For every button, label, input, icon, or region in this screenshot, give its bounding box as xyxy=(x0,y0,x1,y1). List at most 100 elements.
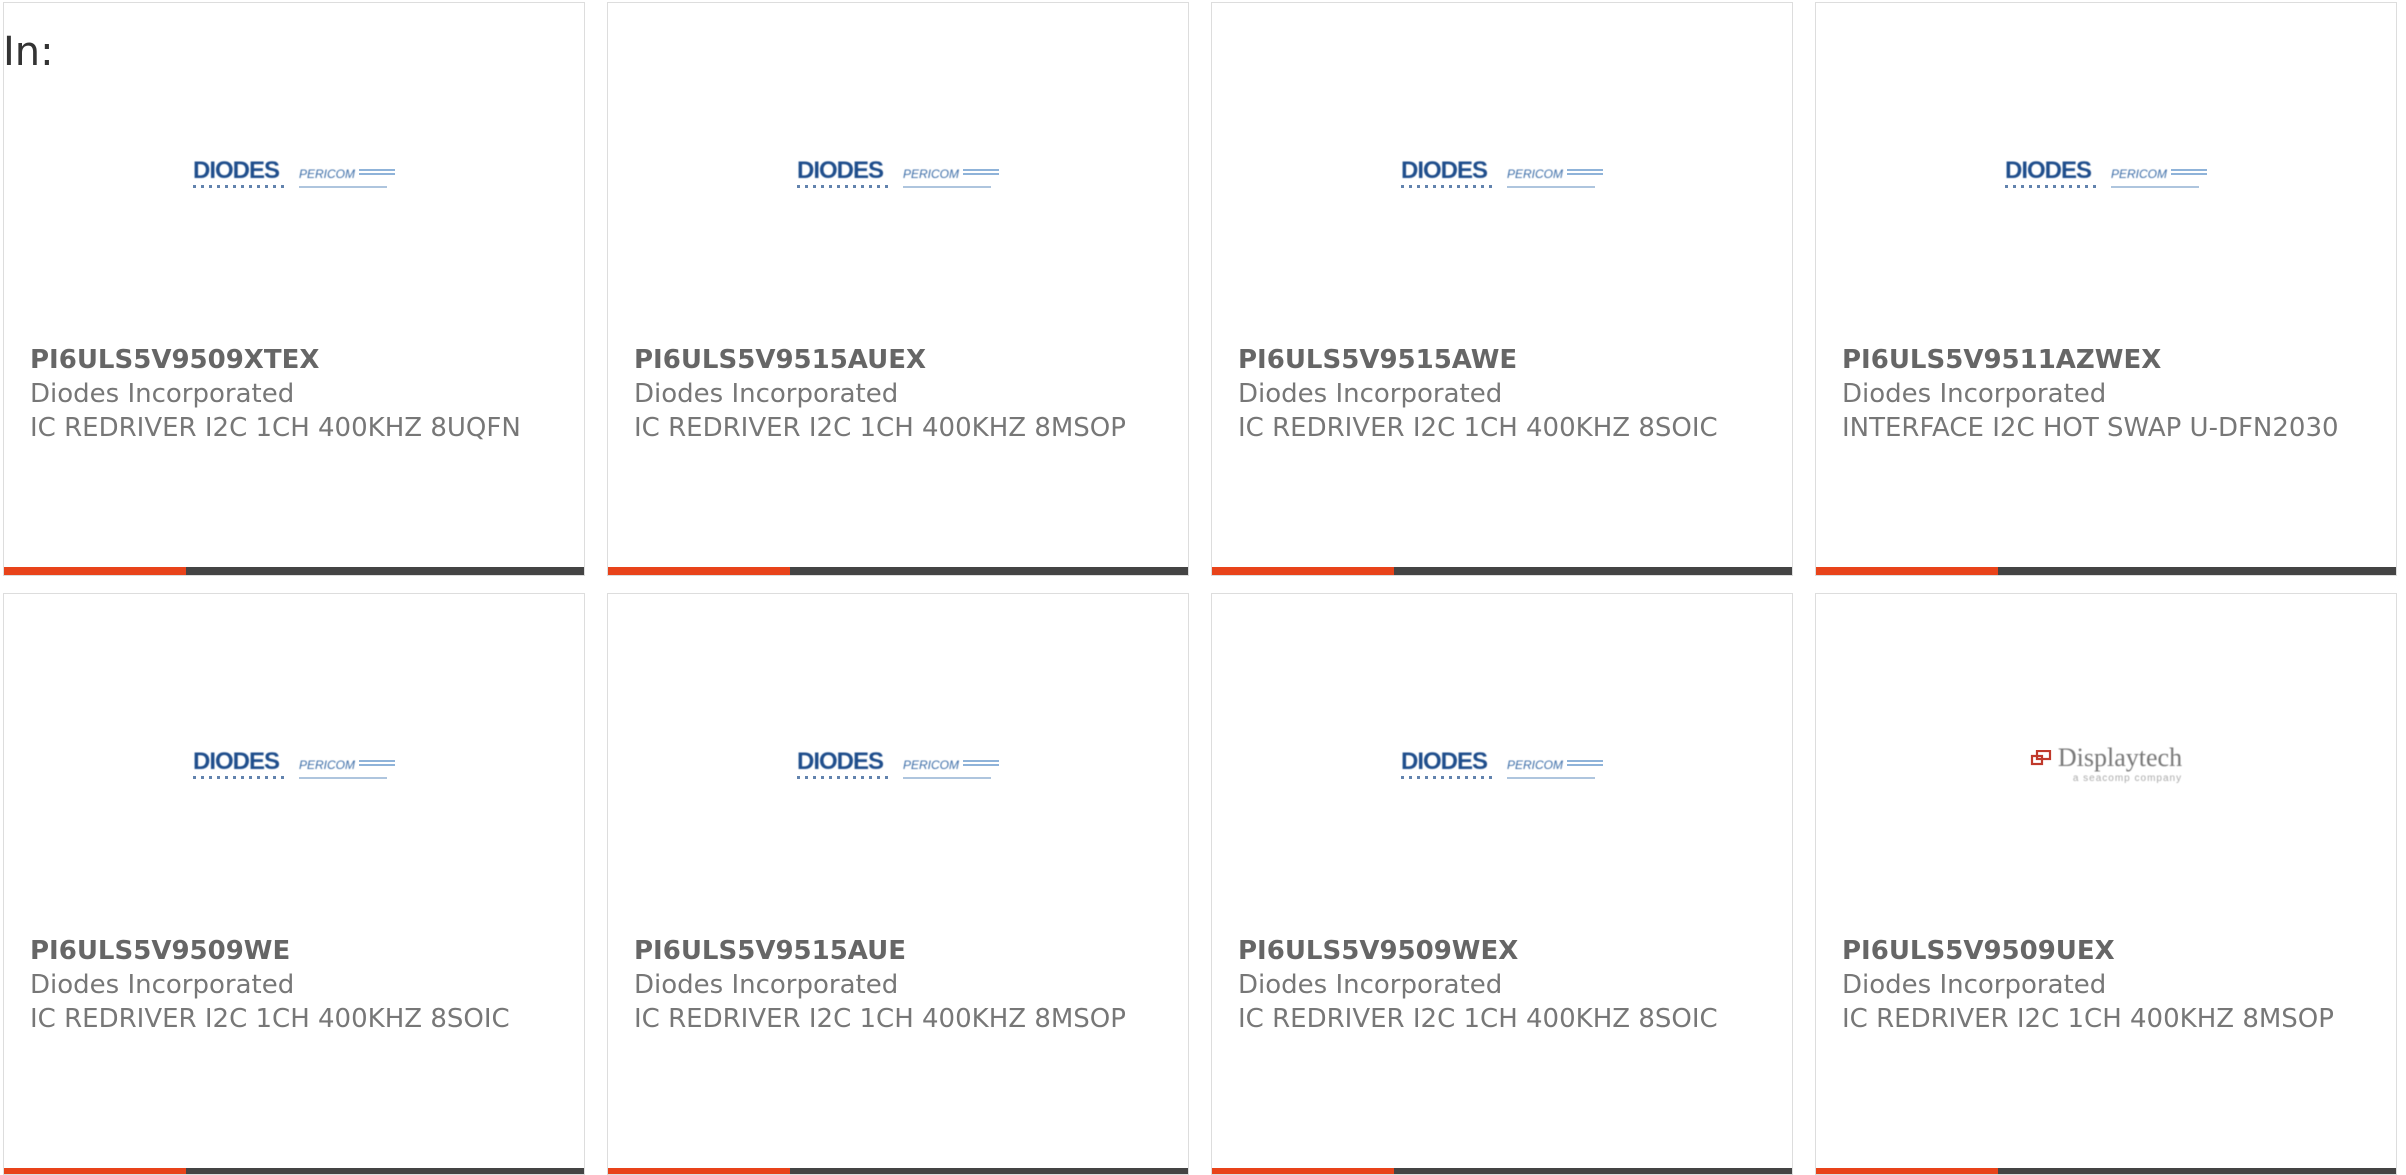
manufacturer-logo-diodes: DIODES PERICOM xyxy=(4,153,584,193)
manufacturer-name: Diodes Incorporated xyxy=(634,379,899,409)
pericom-tagline-mark xyxy=(2110,185,2199,188)
pericom-lines-mark xyxy=(1567,169,1603,177)
pericom-tagline-mark xyxy=(298,185,387,188)
product-description: IC REDRIVER I2C 1CH 400KHZ 8SOIC xyxy=(1238,1004,1718,1034)
product-info: PI6ULS5V9515AWE Diodes Incorporated IC R… xyxy=(1238,343,1752,445)
manufacturer-logo-diodes: DIODES PERICOM xyxy=(1212,153,1792,193)
pericom-wordmark: PERICOM xyxy=(902,757,959,772)
pericom-lines-mark xyxy=(359,169,395,177)
product-card[interactable]: DIODES PERICOM PI6ULS5V9509WEX Diodes In… xyxy=(1211,593,1793,1175)
card-footer-bar xyxy=(4,567,584,575)
card-footer-accent xyxy=(1816,567,1998,575)
diodes-pericom-logo: DIODES PERICOM xyxy=(192,749,395,779)
diodes-pericom-logo: DIODES PERICOM xyxy=(796,749,999,779)
displaytech-icon xyxy=(2030,749,2052,765)
part-number[interactable]: PI6ULS5V9509UEX xyxy=(1842,934,2356,968)
pericom-lines-mark xyxy=(963,760,999,768)
pericom-wordmark: PERICOM xyxy=(902,166,959,181)
pericom-tagline-mark xyxy=(298,776,387,779)
card-footer-accent xyxy=(1212,1168,1394,1174)
diodes-tagline-mark xyxy=(1400,775,1493,779)
product-card[interactable]: DIODES PERICOM PI6ULS5V9509WE Diodes Inc… xyxy=(3,593,585,1175)
part-number[interactable]: PI6ULS5V9509WE xyxy=(30,934,544,968)
card-footer-bar xyxy=(1212,1168,1792,1174)
product-description: IC REDRIVER I2C 1CH 400KHZ 8SOIC xyxy=(1238,413,1718,443)
manufacturer-name: Diodes Incorporated xyxy=(30,379,295,409)
diodes-wordmark: DIODES xyxy=(2004,156,2092,184)
product-card[interactable]: DIODES PERICOM PI6ULS5V9515AWE Diodes In… xyxy=(1211,2,1793,576)
diodes-wordmark: DIODES xyxy=(192,156,280,184)
pericom-wordmark: PERICOM xyxy=(298,166,355,181)
part-number[interactable]: PI6ULS5V9509WEX xyxy=(1238,934,1752,968)
pericom-wordmark: PERICOM xyxy=(1506,757,1563,772)
card-footer-bar xyxy=(1212,567,1792,575)
manufacturer-logo-diodes: DIODES PERICOM xyxy=(4,744,584,784)
pericom-lines-mark xyxy=(2171,169,2207,177)
diodes-tagline-mark xyxy=(796,184,889,188)
product-info: PI6ULS5V9515AUEX Diodes Incorporated IC … xyxy=(634,343,1148,445)
diodes-tagline-mark xyxy=(192,184,285,188)
pericom-tagline-mark xyxy=(1506,185,1595,188)
product-card[interactable]: DIODES PERICOM PI6ULS5V9515AUEX Diodes I… xyxy=(607,2,1189,576)
manufacturer-name: Diodes Incorporated xyxy=(30,970,295,1000)
diodes-pericom-logo: DIODES PERICOM xyxy=(2004,156,2207,188)
card-footer-bar xyxy=(608,567,1188,575)
manufacturer-logo-diodes: DIODES PERICOM xyxy=(608,153,1188,193)
pericom-wordmark: PERICOM xyxy=(298,757,355,772)
product-description: INTERFACE I2C HOT SWAP U-DFN2030 xyxy=(1842,413,2339,443)
product-description: IC REDRIVER I2C 1CH 400KHZ 8MSOP xyxy=(634,1004,1126,1034)
card-footer-bar xyxy=(608,1168,1188,1174)
pericom-wordmark: PERICOM xyxy=(1506,166,1563,181)
manufacturer-name: Diodes Incorporated xyxy=(1842,379,2107,409)
card-footer-accent xyxy=(1212,567,1394,575)
product-info: PI6ULS5V9509WE Diodes Incorporated IC RE… xyxy=(30,934,544,1036)
diodes-wordmark: DIODES xyxy=(1400,156,1488,184)
diodes-tagline-mark xyxy=(192,775,285,779)
manufacturer-logo-diodes: DIODES PERICOM xyxy=(1816,153,2396,193)
product-info: PI6ULS5V9509XTEX Diodes Incorporated IC … xyxy=(30,343,544,445)
product-card[interactable]: DIODES PERICOM PI6ULS5V9515AUE Diodes In… xyxy=(607,593,1189,1175)
manufacturer-name: Diodes Incorporated xyxy=(1238,970,1503,1000)
card-footer-bar xyxy=(4,1168,584,1174)
diodes-tagline-mark xyxy=(2004,184,2097,188)
product-card[interactable]: DIODES PERICOM PI6ULS5V9511AZWEX Diodes … xyxy=(1815,2,2397,576)
manufacturer-logo-diodes: DIODES PERICOM xyxy=(608,744,1188,784)
pericom-lines-mark xyxy=(359,760,395,768)
diodes-pericom-logo: DIODES PERICOM xyxy=(1400,747,1603,779)
diodes-wordmark: DIODES xyxy=(1400,747,1488,775)
pericom-wordmark: PERICOM xyxy=(2110,166,2167,181)
diodes-wordmark: DIODES xyxy=(796,156,884,184)
displaytech-tagline: a seacomp company xyxy=(2072,772,2183,784)
manufacturer-logo-diodes: DIODES PERICOM xyxy=(1212,744,1792,784)
product-card[interactable]: DIODES PERICOM PI6ULS5V9509XTEX Diodes I… xyxy=(3,2,585,576)
card-footer-accent xyxy=(608,567,790,575)
card-footer-bar xyxy=(1816,1168,2396,1174)
part-number[interactable]: PI6ULS5V9515AWE xyxy=(1238,343,1752,377)
manufacturer-name: Diodes Incorporated xyxy=(1238,379,1503,409)
product-info: PI6ULS5V9509WEX Diodes Incorporated IC R… xyxy=(1238,934,1752,1036)
diodes-pericom-logo: DIODES PERICOM xyxy=(192,156,395,188)
card-footer-accent xyxy=(608,1168,790,1174)
card-footer-accent xyxy=(1816,1168,1998,1174)
manufacturer-name: Diodes Incorporated xyxy=(1842,970,2107,1000)
part-number[interactable]: PI6ULS5V9509XTEX xyxy=(30,343,544,377)
product-info: PI6ULS5V9515AUE Diodes Incorporated IC R… xyxy=(634,934,1148,1036)
in-label: In: xyxy=(3,29,54,75)
pericom-tagline-mark xyxy=(902,185,991,188)
displaytech-logo: Displaytech a seacomp company xyxy=(2030,744,2183,784)
diodes-pericom-logo: DIODES PERICOM xyxy=(1400,156,1603,188)
product-description: IC REDRIVER I2C 1CH 400KHZ 8SOIC xyxy=(30,1004,510,1034)
product-description: IC REDRIVER I2C 1CH 400KHZ 8MSOP xyxy=(1842,1004,2334,1034)
card-footer-bar xyxy=(1816,567,2396,575)
product-description: IC REDRIVER I2C 1CH 400KHZ 8UQFN xyxy=(30,413,521,443)
product-card[interactable]: Displaytech a seacomp company PI6ULS5V95… xyxy=(1815,593,2397,1175)
diodes-tagline-mark xyxy=(1400,184,1493,188)
product-info: PI6ULS5V9509UEX Diodes Incorporated IC R… xyxy=(1842,934,2356,1036)
part-number[interactable]: PI6ULS5V9511AZWEX xyxy=(1842,343,2356,377)
pericom-tagline-mark xyxy=(1506,776,1595,779)
part-number[interactable]: PI6ULS5V9515AUE xyxy=(634,934,1148,968)
product-description: IC REDRIVER I2C 1CH 400KHZ 8MSOP xyxy=(634,413,1126,443)
pericom-lines-mark xyxy=(1567,760,1603,768)
product-grid: DIODES PERICOM PI6ULS5V9509XTEX Diodes I… xyxy=(3,2,2403,1175)
part-number[interactable]: PI6ULS5V9515AUEX xyxy=(634,343,1148,377)
